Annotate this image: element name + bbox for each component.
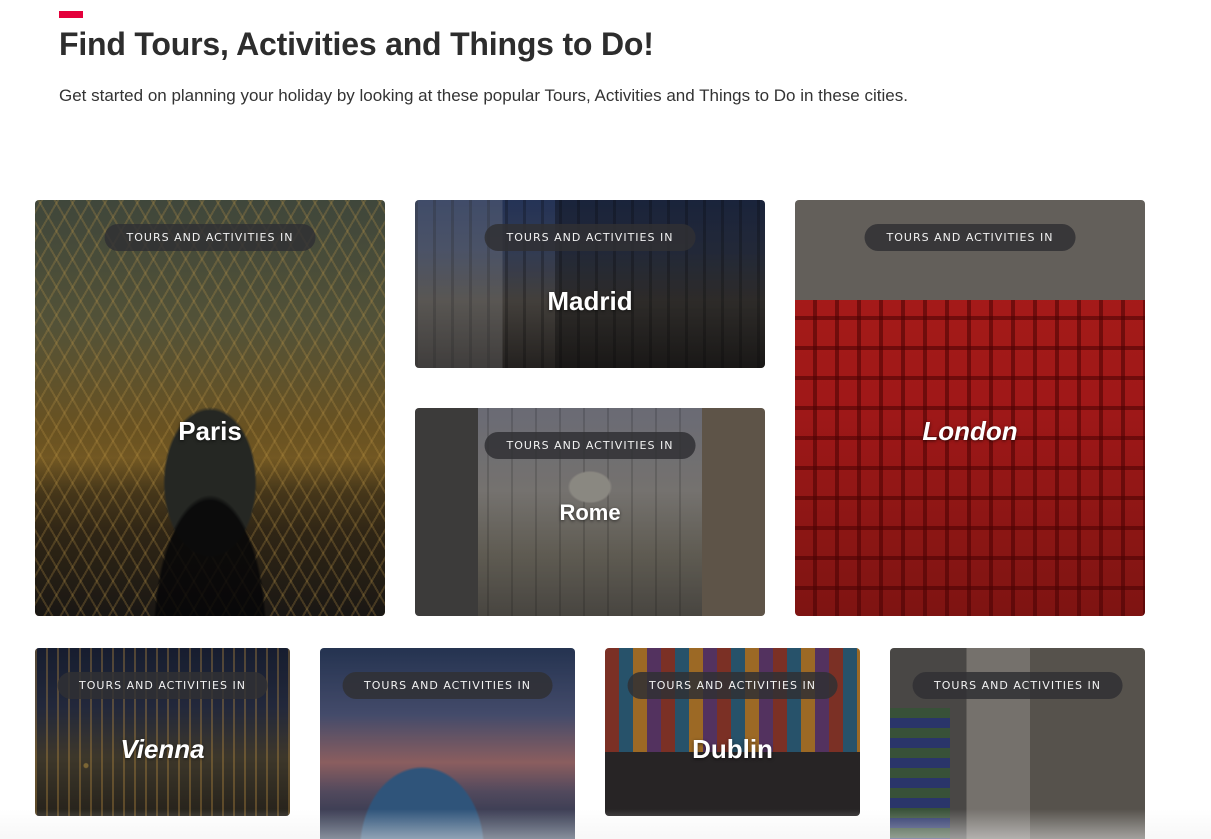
card-tag: TOURS AND ACTIVITIES IN <box>912 672 1123 699</box>
city-card-8[interactable]: TOURS AND ACTIVITIES IN <box>890 648 1145 839</box>
card-city-name: London <box>922 416 1018 446</box>
card-tag: TOURS AND ACTIVITIES IN <box>484 432 696 459</box>
city-card-rome[interactable]: TOURS AND ACTIVITIES IN Rome <box>415 408 765 616</box>
card-overlay <box>35 200 385 616</box>
card-tag: TOURS AND ACTIVITIES IN <box>627 672 838 699</box>
card-city-name: Dublin <box>692 734 773 764</box>
card-overlay <box>795 200 1145 616</box>
page-subtitle: Get started on planning your holiday by … <box>59 86 908 105</box>
page-title: Find Tours, Activities and Things to Do! <box>59 26 654 62</box>
card-city-name: Rome <box>559 500 621 525</box>
city-card-madrid[interactable]: TOURS AND ACTIVITIES IN Madrid <box>415 200 765 368</box>
card-city-name: Paris <box>178 416 242 446</box>
city-card-5[interactable]: TOURS AND ACTIVITIES IN <box>320 648 575 839</box>
city-card-vienna[interactable]: TOURS AND ACTIVITIES IN Vienna <box>35 648 290 816</box>
card-tag: TOURS AND ACTIVITIES IN <box>104 224 316 251</box>
card-tag: TOURS AND ACTIVITIES IN <box>864 224 1076 251</box>
city-card-dublin[interactable]: TOURS AND ACTIVITIES IN Dublin <box>605 648 860 816</box>
card-tag: TOURS AND ACTIVITIES IN <box>57 672 268 699</box>
card-tag: TOURS AND ACTIVITIES IN <box>342 672 553 699</box>
city-card-london[interactable]: TOURS AND ACTIVITIES IN London <box>795 200 1145 616</box>
card-city-name: Vienna <box>120 734 205 764</box>
card-tag: TOURS AND ACTIVITIES IN <box>484 224 696 251</box>
card-city-name: Madrid <box>547 286 633 316</box>
city-card-paris[interactable]: TOURS AND ACTIVITIES IN Paris <box>35 200 385 616</box>
accent-bar <box>59 11 83 18</box>
